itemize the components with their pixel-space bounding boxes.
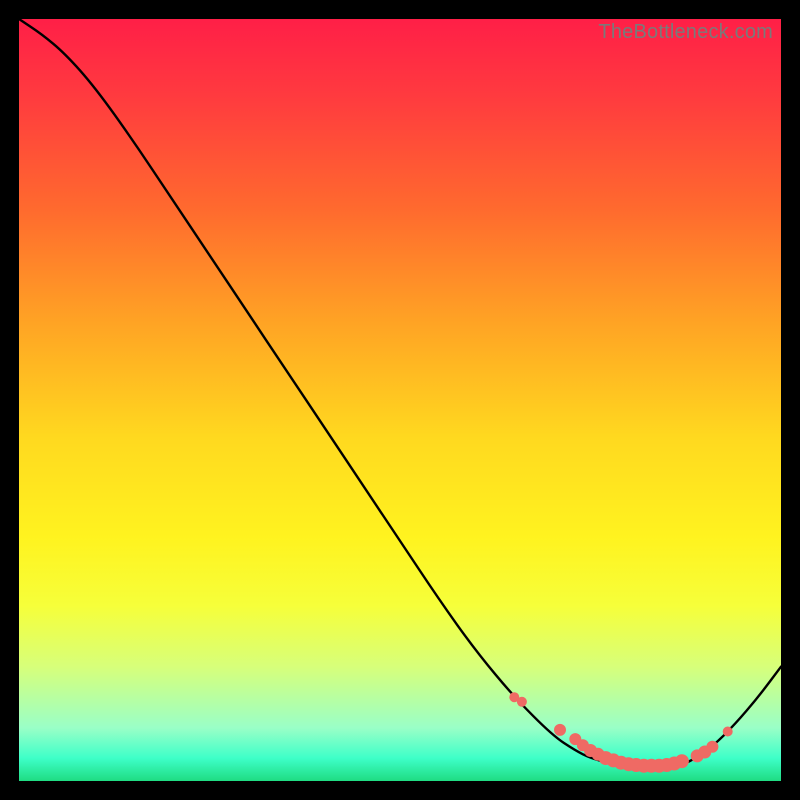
highlight-dot [555, 724, 566, 735]
highlight-dot [707, 741, 718, 752]
chart-area: TheBottleneck.com [19, 19, 781, 781]
bottleneck-curve-line [19, 19, 781, 769]
highlight-dot [517, 697, 526, 706]
highlight-dot [723, 727, 732, 736]
highlight-dot [675, 755, 688, 768]
highlight-dots-group [510, 693, 732, 773]
bottleneck-chart [19, 19, 781, 781]
